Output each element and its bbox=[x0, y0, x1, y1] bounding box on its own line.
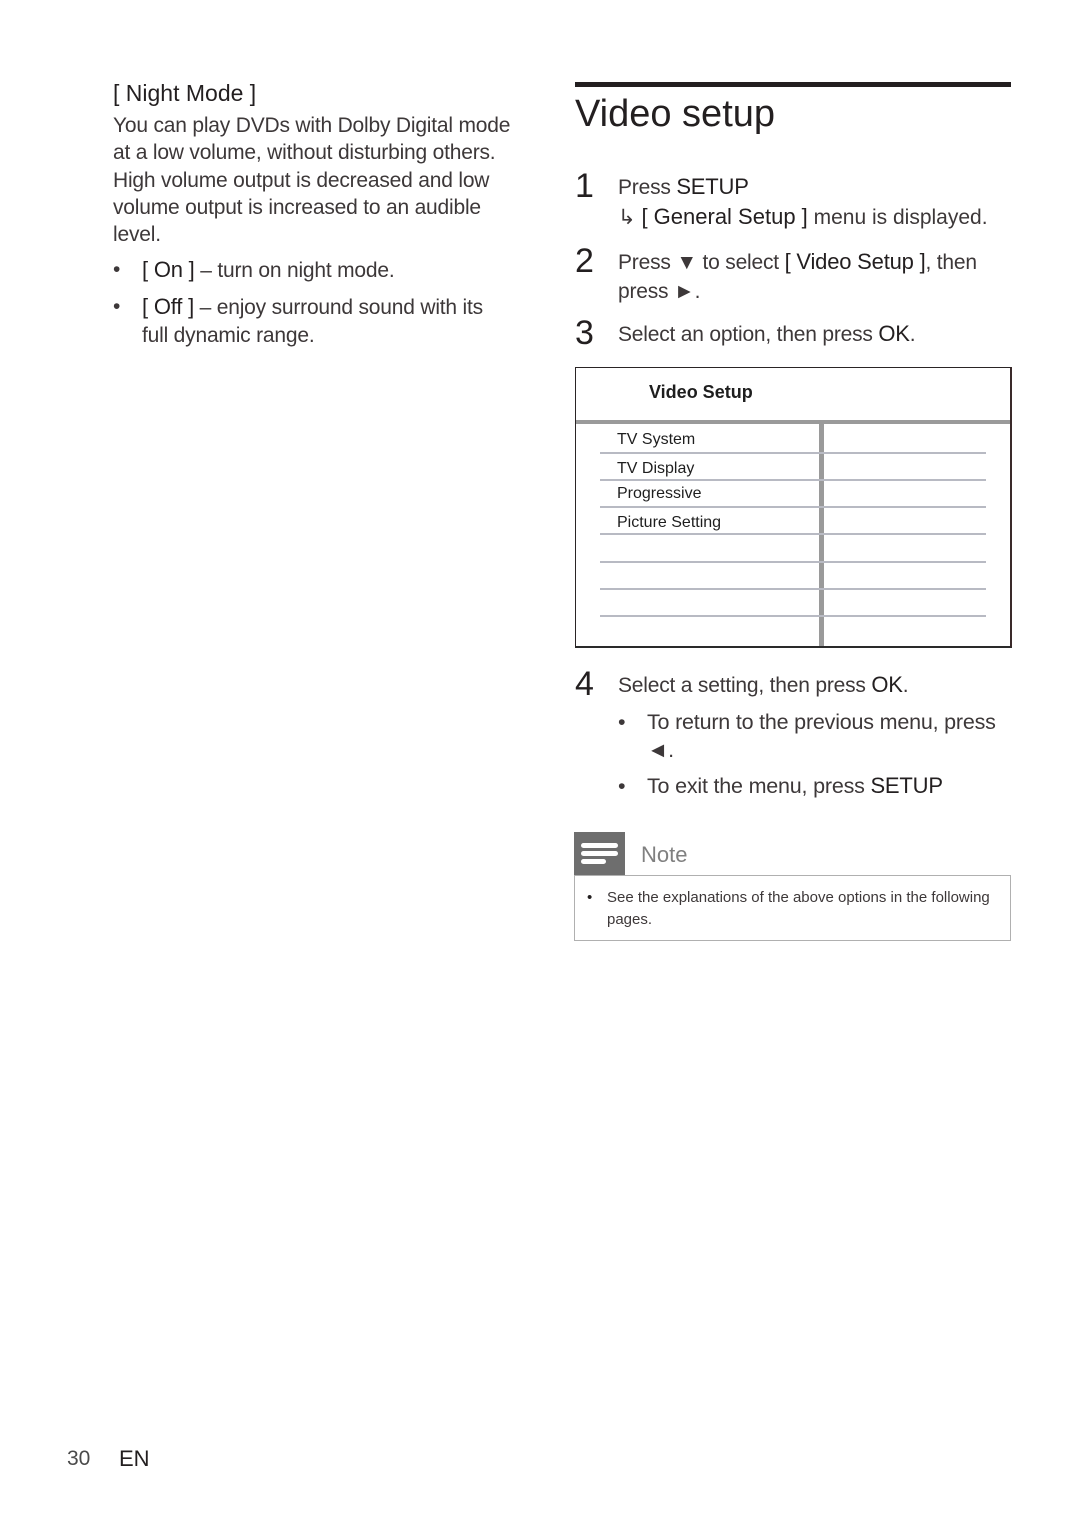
page-title: Video setup bbox=[575, 93, 776, 135]
step-result: ↳ [ General Setup ] menu is displayed. bbox=[618, 204, 988, 229]
title-rule bbox=[575, 82, 1011, 87]
night-mode-section: [ Night Mode ] You can play DVDs with Do… bbox=[113, 78, 513, 358]
option-label: [ On ] bbox=[142, 257, 195, 283]
night-mode-heading: [ Night Mode ] bbox=[113, 80, 257, 106]
note-label: Note bbox=[641, 842, 688, 867]
menu-item-tv-display: TV Display bbox=[617, 460, 695, 477]
step-number: 2 bbox=[575, 242, 594, 280]
bullet-icon: • bbox=[113, 258, 121, 282]
step-text: Select a setting, then press OK. bbox=[618, 672, 909, 697]
step-3: 3 Select an option, then press OK. bbox=[575, 314, 1011, 352]
menu-header-separator bbox=[576, 420, 1010, 424]
step-number: 4 bbox=[575, 665, 594, 703]
menu-row-line bbox=[600, 615, 986, 617]
night-mode-description: You can play DVDs with Dolby Digital mod… bbox=[113, 114, 511, 247]
menu-row-line bbox=[600, 452, 986, 454]
step-text: Select an option, then press OK. bbox=[618, 321, 916, 346]
menu-row-line bbox=[600, 533, 986, 535]
note-icon-line bbox=[581, 859, 606, 864]
note-icon-line bbox=[581, 843, 618, 848]
menu-row-line bbox=[600, 588, 986, 590]
menu-column-divider bbox=[819, 424, 824, 646]
bullet-exit: • To exit the menu, press SETUP bbox=[618, 773, 943, 798]
option-off: • [ Off ] – enjoy surround sound with it… bbox=[113, 293, 513, 350]
note-box: • See the explanations of the above opti… bbox=[574, 875, 1011, 941]
menu-title: Video Setup bbox=[649, 382, 753, 402]
note-icon bbox=[574, 832, 625, 875]
step-1: 1 Press SETUP ↳ [ General Setup ] menu i… bbox=[575, 167, 1011, 233]
bullet-icon: • bbox=[587, 889, 593, 906]
bullet-icon: • bbox=[618, 774, 626, 798]
key-setup: SETUP bbox=[870, 773, 943, 798]
key-ok: OK bbox=[871, 672, 903, 697]
video-setup-menu-illustration: Video Setup TV System TV Display Progres… bbox=[575, 367, 1012, 648]
page-number: 30 bbox=[67, 1447, 91, 1470]
option-label: [ Off ] bbox=[142, 294, 194, 320]
step-number: 1 bbox=[575, 167, 594, 205]
note-icon-line bbox=[581, 851, 618, 856]
step-number: 3 bbox=[575, 314, 594, 352]
menu-name: [ Video Setup ] bbox=[784, 249, 926, 274]
menu-row-line bbox=[600, 561, 986, 563]
bullet-icon: • bbox=[113, 295, 121, 319]
key-setup: SETUP bbox=[676, 174, 749, 199]
night-mode-options: • [ On ] – turn on night mode. • [ Off ]… bbox=[113, 256, 513, 350]
option-description: – enjoy surround sound with its full dyn… bbox=[142, 296, 483, 348]
step-text: Press SETUP bbox=[618, 174, 749, 199]
menu-row-line bbox=[600, 479, 986, 481]
note-text: See the explanations of the above option… bbox=[607, 889, 990, 928]
step-4: 4 Select a setting, then press OK. • To … bbox=[575, 665, 1011, 808]
page-language: EN bbox=[119, 1446, 150, 1471]
menu-item-progressive: Progressive bbox=[617, 485, 702, 502]
step-text: Press ▼ to select [ Video Setup ], then … bbox=[618, 249, 977, 303]
step-2: 2 Press ▼ to select [ Video Setup ], the… bbox=[575, 242, 1011, 306]
key-ok: OK bbox=[878, 321, 910, 346]
menu-item-tv-system: TV System bbox=[617, 431, 696, 448]
result-arrow-icon: ↳ bbox=[618, 206, 636, 229]
video-setup-section: Video setup 1 Press SETUP ↳ [ General Se… bbox=[575, 82, 1011, 798]
option-on: • [ On ] – turn on night mode. bbox=[113, 256, 513, 285]
menu-row-line bbox=[600, 506, 986, 508]
bullet-return: • To return to the previous menu, press … bbox=[618, 710, 996, 762]
step-4-bullets: • To return to the previous menu, press … bbox=[618, 708, 1011, 800]
bullet-icon: • bbox=[618, 710, 626, 734]
menu-item-picture-setting: Picture Setting bbox=[617, 514, 722, 531]
menu-name: [ General Setup ] bbox=[641, 204, 808, 229]
option-description: – turn on night mode. bbox=[194, 259, 395, 283]
